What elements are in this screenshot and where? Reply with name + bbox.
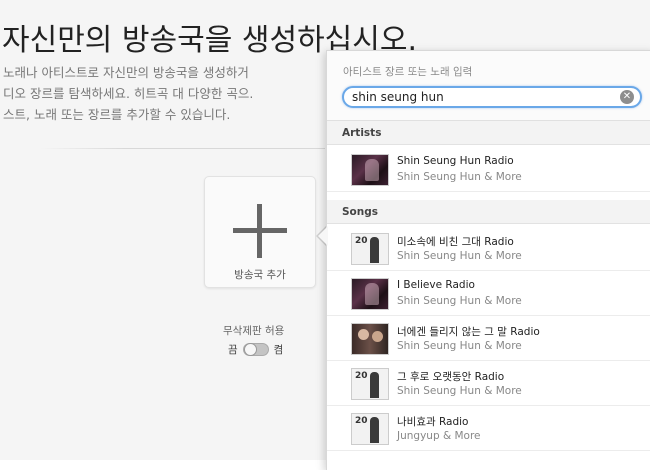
artists-section-header: Artists: [327, 121, 650, 145]
result-subtitle: Shin Seung Hun & More: [397, 250, 522, 262]
search-input[interactable]: [352, 88, 612, 106]
album-art-thumbnail: [351, 413, 389, 445]
album-art-thumbnail: [351, 278, 389, 310]
album-art-thumbnail: [351, 323, 389, 355]
add-station-label: 방송국 추가: [234, 269, 286, 281]
result-subtitle: Jungyup & More: [397, 430, 481, 442]
section-divider: [40, 148, 325, 149]
plus-icon: [233, 204, 287, 258]
album-art-thumbnail: [351, 368, 389, 400]
add-station-button[interactable]: 방송국 추가: [204, 176, 316, 288]
song-result-row[interactable]: 그 후로 오랫동안 Radio Shin Seung Hun & More: [327, 361, 650, 406]
toggle-off-label: 끔: [228, 343, 238, 356]
description-line: 노래나 아티스트로 자신만의 방송국을 생성하거: [3, 65, 249, 80]
result-subtitle: Shin Seung Hun & More: [397, 171, 522, 183]
popover-header: 아티스트 장르 또는 노래 입력 ✕: [327, 51, 650, 121]
result-subtitle: Shin Seung Hun & More: [397, 385, 522, 397]
search-prompt: 아티스트 장르 또는 노래 입력: [343, 66, 473, 78]
result-title: 너에겐 들리지 않는 그 말 Radio: [397, 326, 540, 338]
result-subtitle: Shin Seung Hun & More: [397, 340, 522, 352]
explicit-setting-label: 무삭제판 허용: [223, 325, 285, 337]
result-title: 나비효과 Radio: [397, 416, 469, 428]
song-result-row[interactable]: 미소속에 비친 그대 Radio Shin Seung Hun & More: [327, 226, 650, 271]
search-popover: 아티스트 장르 또는 노래 입력 ✕ Artists Shin Seung Hu…: [326, 50, 650, 470]
result-title: 미소속에 비친 그대 Radio: [397, 236, 514, 248]
page-description: 노래나 아티스트로 자신만의 방송국을 생성하거 디오 장르를 탐색하세요. 히…: [3, 62, 325, 125]
clear-search-icon[interactable]: ✕: [620, 90, 634, 104]
songs-section-header: Songs: [327, 200, 650, 224]
toggle-knob: [243, 342, 257, 356]
explicit-toggle-row: 끔 켬: [228, 341, 283, 357]
album-art-thumbnail: [351, 154, 389, 186]
result-title: I Believe Radio: [397, 279, 475, 291]
result-subtitle: Shin Seung Hun & More: [397, 295, 522, 307]
explicit-toggle[interactable]: [242, 342, 269, 356]
search-field: ✕: [342, 86, 642, 108]
song-result-row[interactable]: 너에겐 들리지 않는 그 말 Radio Shin Seung Hun & Mo…: [327, 316, 650, 361]
result-title: Shin Seung Hun Radio: [397, 155, 514, 167]
description-line: 디오 장르를 탐색하세요. 히트곡 대 다양한 곡으.: [3, 86, 254, 101]
artist-result-row[interactable]: Shin Seung Hun Radio Shin Seung Hun & Mo…: [327, 147, 650, 192]
toggle-on-label: 켬: [273, 343, 284, 356]
song-result-row[interactable]: 나비효과 Radio Jungyup & More: [327, 406, 650, 451]
album-art-thumbnail: [351, 233, 389, 265]
song-result-row[interactable]: I Believe Radio Shin Seung Hun & More: [327, 271, 650, 316]
description-line: 스트, 노래 또는 장르를 추가할 수 있습니다.: [3, 107, 231, 122]
popover-arrow-inner: [318, 226, 328, 246]
result-title: 그 후로 오랫동안 Radio: [397, 371, 505, 383]
